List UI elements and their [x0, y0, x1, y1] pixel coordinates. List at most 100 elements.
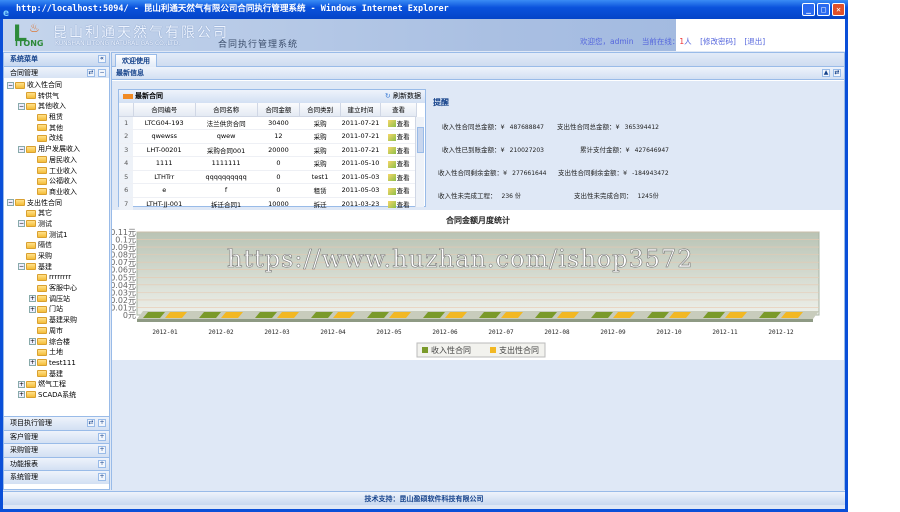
collapse-icon[interactable]: −	[7, 81, 14, 89]
tree-node[interactable]: + 综合楼	[4, 337, 109, 348]
tree-node[interactable]: 土地	[4, 347, 109, 358]
tree-node[interactable]: + 门站	[4, 304, 109, 315]
expand-icon[interactable]: +	[18, 380, 25, 388]
accordion-section[interactable]: 采购管理 +	[4, 443, 109, 457]
tree-node[interactable]: 改线	[4, 133, 109, 144]
expand-icon[interactable]: +	[29, 359, 36, 367]
expand-icon[interactable]: +	[18, 391, 25, 399]
view-link[interactable]: 查看	[380, 156, 417, 171]
expand-icon[interactable]: +	[98, 432, 106, 441]
refresh-icon[interactable]: ⇄	[833, 69, 841, 77]
tree-node-label: 工业收入	[49, 166, 77, 175]
view-link[interactable]: 查看	[380, 183, 417, 198]
tree-node[interactable]: 商业收入	[4, 187, 109, 198]
maximize-button[interactable]: □	[817, 3, 830, 16]
table-row[interactable]: 5 LTHTrr qqqqqqqqqq 0 test1 2011-05-03 查看	[119, 170, 417, 184]
tree-node[interactable]: + test111	[4, 358, 109, 369]
refresh-data-button[interactable]: ↻ 刷新数据	[385, 90, 421, 103]
tree-node[interactable]: − 收入性合同	[4, 80, 109, 91]
table-row[interactable]: 1 LTCG04-193 法兰供货合同 30400 采购 2011-07-21 查看	[119, 116, 417, 130]
column-header[interactable]: 合同金额	[257, 103, 301, 117]
table-cell: f	[195, 183, 258, 198]
view-link[interactable]: 查看	[380, 197, 417, 211]
collapse-sidebar-button[interactable]: «	[98, 55, 106, 63]
section-contract-management[interactable]: 合同管理 ⇄ −	[4, 66, 109, 78]
tree-node[interactable]: + 燃气工程	[4, 379, 109, 390]
tree-node[interactable]: − 其他收入	[4, 101, 109, 112]
accordion-section[interactable]: 项目执行管理 ⇄ +	[4, 416, 109, 430]
folder-icon	[15, 199, 25, 207]
folder-icon	[15, 81, 25, 89]
expand-icon[interactable]: +	[98, 446, 106, 454]
collapse-up-icon[interactable]: ▲	[822, 69, 830, 77]
collapse-icon[interactable]: −	[98, 69, 106, 77]
tree-node[interactable]: 工业收入	[4, 166, 109, 177]
collapse-icon[interactable]: −	[18, 145, 25, 153]
table-row[interactable]: 7 LTHT-JJ-001 拆迁合同1 10000 拆迁 2011-03-23 查看	[119, 197, 417, 211]
expand-icon[interactable]: +	[98, 459, 106, 468]
tree-node[interactable]: 转供气	[4, 91, 109, 102]
tree-node[interactable]: − 测试	[4, 219, 109, 230]
view-link[interactable]: 查看	[380, 116, 417, 130]
accordion-section[interactable]: 客户管理 +	[4, 429, 109, 443]
table-row[interactable]: 6 e f 0 租赁 2011-05-03 查看	[119, 183, 417, 198]
tree-node[interactable]: 其他	[4, 123, 109, 134]
tree-node[interactable]: 基建采购	[4, 315, 109, 326]
view-label: 查看	[396, 187, 410, 196]
tree-node[interactable]: 测试1	[4, 230, 109, 241]
column-header[interactable]: 合同类别	[299, 103, 341, 117]
view-link[interactable]: 查看	[380, 170, 417, 184]
table-scrollbar[interactable]	[415, 117, 424, 207]
table-cell: 2011-05-03	[340, 183, 381, 198]
expand-icon[interactable]: +	[98, 473, 106, 481]
tree-node[interactable]: 公福收入	[4, 176, 109, 187]
tree-node[interactable]: 租赁	[4, 112, 109, 123]
tree-node[interactable]: 居民收入	[4, 155, 109, 166]
contracts-table: 合同编号 合同名称 合同金额 合同类别 建立时间 查看 1 LTCG04-193 法兰供货合同 3…	[119, 103, 417, 211]
tree-node[interactable]: 采购	[4, 251, 109, 262]
view-link[interactable]: 查看	[380, 143, 417, 157]
minimize-button[interactable]: _	[802, 3, 815, 16]
expand-icon[interactable]: +	[98, 419, 106, 427]
view-link[interactable]: 查看	[380, 129, 417, 144]
collapse-icon[interactable]: −	[18, 220, 25, 228]
collapse-icon[interactable]: −	[7, 199, 14, 207]
accordion-section[interactable]: 功能报表 +	[4, 456, 109, 470]
refresh-icon[interactable]: ⇄	[87, 419, 95, 427]
logout-link[interactable]: [退出]	[744, 37, 765, 46]
tree-node[interactable]: + 调压站	[4, 294, 109, 305]
expand-icon[interactable]: +	[29, 295, 36, 303]
column-header[interactable]: 查看	[380, 103, 417, 117]
expand-icon[interactable]: +	[29, 305, 36, 313]
tree-node-label: 测试	[38, 219, 52, 228]
column-header[interactable]: 合同名称	[195, 103, 258, 117]
tree-node[interactable]: − 支出性合同	[4, 198, 109, 209]
tree-node[interactable]: 周市	[4, 326, 109, 337]
tree-node[interactable]: 客服中心	[4, 283, 109, 294]
tab-welcome[interactable]: 欢迎使用	[115, 54, 157, 67]
table-cell: qwew	[195, 129, 258, 144]
change-password-link[interactable]: [修改密码]	[700, 37, 736, 46]
tree-node[interactable]: rrrrrrrr	[4, 272, 109, 283]
expand-icon[interactable]: +	[29, 338, 36, 345]
collapse-icon[interactable]: −	[18, 102, 25, 110]
tree-node-label: 居民收入	[49, 155, 77, 164]
column-header[interactable]: 建立时间	[340, 103, 382, 117]
close-button[interactable]: ✕	[832, 3, 845, 16]
accordion-section[interactable]: 系统管理 +	[4, 470, 109, 484]
column-header[interactable]: 合同编号	[133, 103, 196, 117]
edit-icon	[387, 147, 396, 155]
collapse-icon[interactable]: −	[18, 263, 25, 271]
table-row[interactable]: 4 1111 1111111 0 采购 2011-05-10 查看	[119, 156, 417, 171]
refresh-icon[interactable]: ⇄	[87, 69, 95, 77]
folder-icon	[26, 380, 36, 388]
table-row[interactable]: 2 qwewss qwew 12 采购 2011-07-21 查看	[119, 129, 417, 144]
tree-node[interactable]: 基建	[4, 369, 109, 380]
tree-node[interactable]: + SCADA系统	[4, 390, 109, 401]
tree-node[interactable]: 隔信	[4, 240, 109, 251]
tree-node[interactable]: − 用户发展收入	[4, 144, 109, 155]
table-row[interactable]: 3 LHT-00201 采购合同001 20000 采购 2011-07-21 查看	[119, 143, 417, 157]
tree-node[interactable]: 其它	[4, 208, 109, 219]
latest-info-bar: 最新信息 ▲ ⇄	[112, 67, 844, 80]
tree-node[interactable]: − 基建	[4, 262, 109, 273]
